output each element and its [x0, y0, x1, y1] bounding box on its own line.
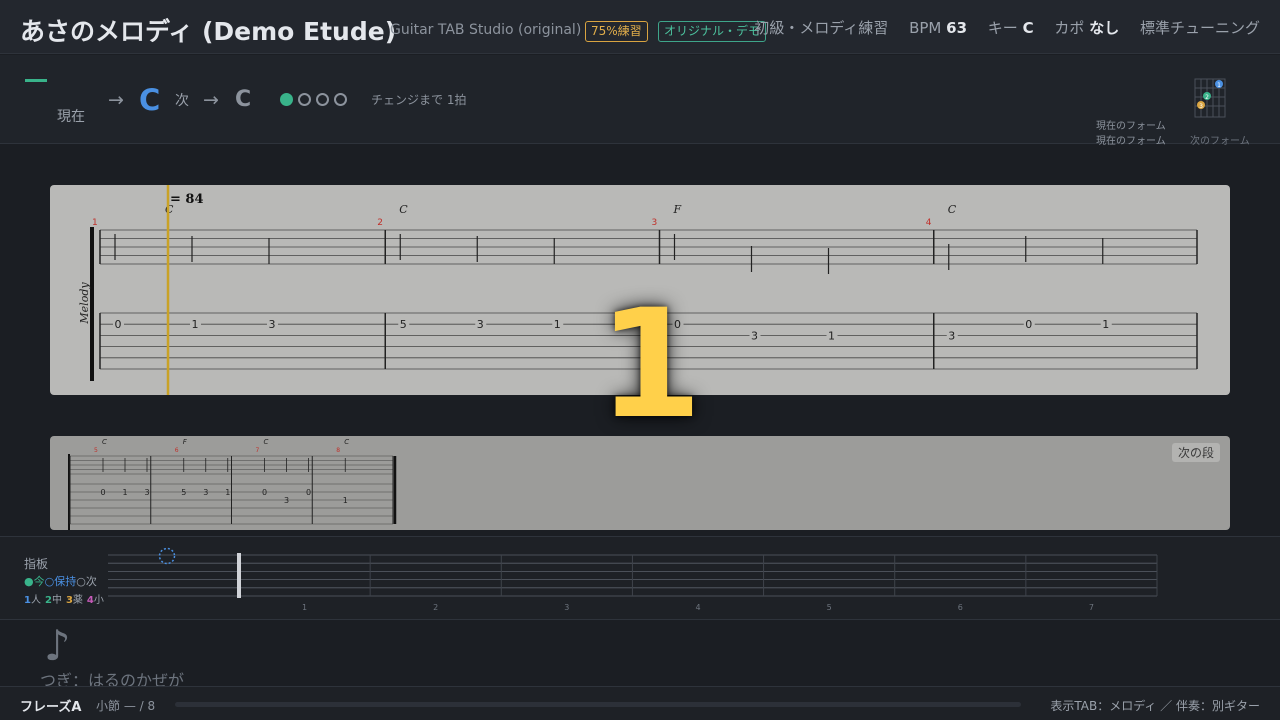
measure-number: 8 — [336, 447, 340, 454]
fret-number: 1 — [122, 488, 127, 497]
fret-number: 0 — [306, 488, 311, 497]
fret-label: 6 — [958, 603, 963, 612]
display-tab-info: 表示TAB：メロディ ／ 伴奏：別ギター — [1050, 699, 1260, 713]
fretboard-diagram: 1 2 3 4 5 6 7 — [108, 547, 1158, 612]
fret-number: 3 — [269, 318, 276, 331]
current-label: 現在 — [57, 109, 85, 125]
song-progress-bar[interactable] — [175, 702, 1021, 707]
capo-value: なし — [1089, 19, 1120, 37]
fret-label: 4 — [695, 603, 700, 612]
measure-number: 2 — [377, 218, 383, 228]
next-label: 次 — [175, 93, 189, 109]
fret-label: 7 — [1089, 603, 1094, 612]
finger-label: 1 — [1217, 82, 1221, 89]
beat-dot — [280, 93, 293, 106]
finger-label: 3 — [1199, 103, 1203, 110]
fret-number: 5 — [181, 488, 186, 497]
tempo-marking: = 84 — [170, 192, 204, 207]
chord-symbol: C — [102, 438, 107, 446]
key-value: C — [1022, 19, 1034, 37]
chord-symbol: C — [344, 438, 349, 446]
fret-label: 2 — [433, 603, 438, 612]
fret-number: 1 — [554, 318, 561, 331]
next-form-label: 次のフォーム — [1190, 136, 1250, 147]
fret-number: 1 — [225, 488, 230, 497]
tuning-label: 標準チューニング — [1139, 19, 1260, 37]
beat-dot — [316, 93, 329, 106]
phrase-label: フレーズA — [20, 700, 82, 715]
fret-number: 1 — [192, 318, 199, 331]
bpm-info: BPM 63 — [909, 19, 968, 37]
next-chord: C — [235, 87, 252, 112]
chord-symbol: C — [264, 438, 269, 446]
measure-number: 4 — [926, 218, 932, 228]
fret-label: 3 — [564, 603, 569, 612]
current-form-label: 現在のフォーム — [1096, 136, 1166, 147]
fret-number: 1 — [343, 496, 348, 505]
chord-bar: 現在 → C 次 → C チェンジまで 1拍 1 2 3 現在のフォーム 現在の… — [0, 55, 1280, 147]
fret-number: 0 — [100, 488, 105, 497]
fret-number: 5 — [400, 318, 407, 331]
app-subtitle: Guitar TAB Studio (original) — [390, 22, 582, 38]
beat-dot — [334, 93, 347, 106]
fret-number: 0 — [262, 488, 267, 497]
lyric-area: ♪ つぎ：はるのかぜが — [0, 621, 1280, 690]
fret-number: 3 — [284, 496, 289, 505]
finger-label: 2 — [1205, 94, 1209, 101]
fret-number: 0 — [115, 318, 122, 331]
chord-symbol: C — [399, 203, 408, 216]
chord-symbol: C — [165, 203, 174, 216]
arrow-icon: → — [108, 89, 124, 111]
measure-counter: 小節 — / 8 — [96, 699, 156, 713]
measure-number: 7 — [256, 447, 260, 454]
fret-number: 1 — [1102, 318, 1109, 331]
measure-number: 1 — [92, 218, 98, 228]
status-footer: フレーズA 小節 — / 8 表示TAB：メロディ ／ 伴奏：別ギター — [0, 686, 1280, 720]
music-note-icon: ♪ — [44, 621, 71, 670]
fretboard-nut — [237, 553, 241, 598]
fret-number: 3 — [477, 318, 484, 331]
fret-number: 0 — [1025, 318, 1032, 331]
chord-symbol: C — [948, 203, 957, 216]
beat-indicator — [280, 91, 352, 110]
measure-number: 3 — [652, 218, 658, 228]
practice-speed-badge[interactable]: 75%練習 — [585, 21, 648, 42]
song-title: あさのメロディ (Demo Etude) — [20, 17, 397, 46]
fret-label: 5 — [827, 603, 832, 612]
fret-number: 1 — [828, 329, 835, 342]
fretboard-panel: 指板 ●今○保持○次 1人 2中 3薬 4小 1234567 — [0, 536, 1280, 620]
app-header: あさのメロディ (Demo Etude) Guitar TAB Studio (… — [0, 0, 1280, 54]
hold-marker — [158, 547, 176, 565]
key-info: キー C — [987, 19, 1034, 37]
song-meta: 初級・メロディ練習 BPM 63 キー C カポ なし 標準チューニング — [738, 17, 1260, 38]
chord-diagram-icon: 1 2 3 — [1194, 78, 1226, 118]
fret-number: 3 — [948, 329, 955, 342]
current-form-label: 現在のフォーム — [1096, 121, 1166, 132]
arrow-icon: → — [203, 89, 219, 111]
level-label: 初級・メロディ練習 — [754, 19, 889, 37]
chord-symbol: F — [183, 438, 188, 446]
change-countdown-text: チェンジまで 1拍 — [371, 93, 467, 107]
current-chord: C — [139, 83, 161, 117]
next-row-label: 次の段 — [1171, 443, 1220, 462]
fret-number: 3 — [203, 488, 208, 497]
beat-dot — [298, 93, 311, 106]
fret-number: 3 — [751, 329, 758, 342]
capo-info: カポ なし — [1054, 19, 1120, 37]
chord-symbol: F — [673, 203, 682, 216]
fret-number: 3 — [144, 488, 149, 497]
measure-number: 6 — [175, 447, 179, 454]
bpm-value: 63 — [946, 19, 968, 37]
measure-number: 5 — [94, 447, 98, 454]
fret-label: 1 — [302, 603, 307, 612]
countdown-number: 1 — [598, 278, 703, 452]
track-label: Melody — [78, 282, 91, 325]
current-indicator — [25, 79, 47, 82]
